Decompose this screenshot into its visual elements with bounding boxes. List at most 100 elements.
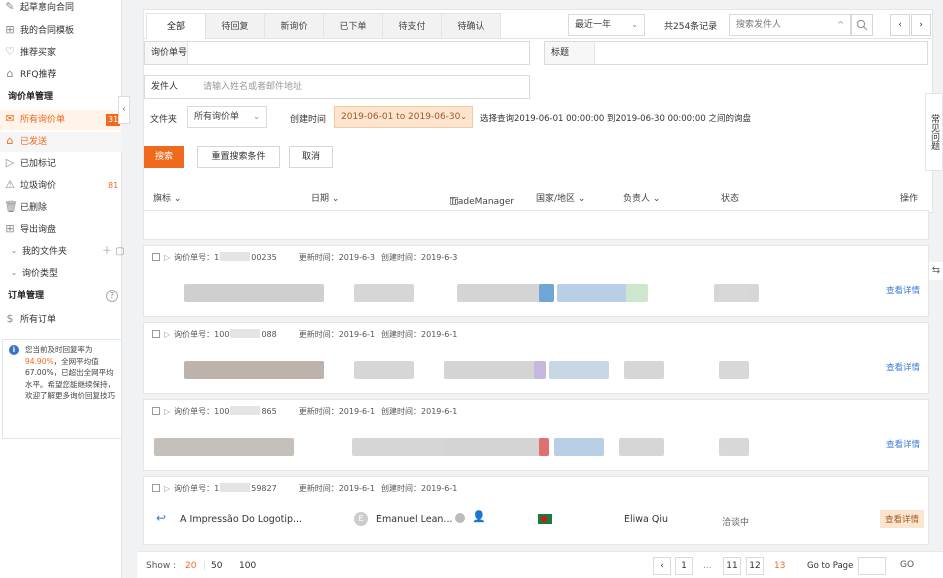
side-toggle-icon[interactable]: ⇆ bbox=[929, 262, 943, 280]
total-records: 共254条记录 bbox=[664, 22, 718, 32]
page-size-100[interactable]: 100 bbox=[239, 561, 256, 571]
page-12[interactable]: 12 bbox=[746, 557, 764, 575]
filter-panel: 全部 待回复 新询价 已下单 待支付 待确认 最近一年 ⌄ 共254条记录 搜索发件人 ^ ‹… bbox=[143, 9, 933, 213]
row-meta: ▷ 询价单号：100 088 更新时间：2019-6-1 创建时间：2019-6-1 bbox=[152, 329, 457, 340]
date-range-picker[interactable]: 2019-06-01 to 2019-06-30 ⌄ bbox=[334, 106, 473, 128]
section-order-management: 订单管理 bbox=[8, 291, 45, 301]
row-checkbox[interactable] bbox=[152, 253, 160, 261]
chevron-up-icon: ^ bbox=[837, 20, 844, 29]
inquiry-row[interactable]: ▷ 询价单号：100 865 更新时间：2019-6-1 创建时间：2019-6-1 查看… bbox=[143, 399, 929, 471]
view-details-link[interactable]: 查看详情 bbox=[886, 284, 920, 296]
sidebar-item-export[interactable]: ⊞ 导出询盘 bbox=[0, 220, 122, 240]
blurred-content bbox=[619, 438, 664, 456]
header-action: 操作 bbox=[900, 194, 919, 204]
trademanager-icon[interactable]: 👤 bbox=[472, 510, 486, 523]
inquiry-subject[interactable]: A Impressão Do Logotip... bbox=[180, 514, 302, 525]
page-1[interactable]: 1 bbox=[675, 557, 693, 575]
tab-4[interactable]: 待支付 bbox=[382, 13, 442, 39]
view-details-link[interactable]: 查看详情 bbox=[886, 361, 920, 373]
tab-0[interactable]: 全部 bbox=[146, 13, 206, 39]
flag-icon[interactable]: ▷ bbox=[164, 407, 170, 416]
sidebar-item-deleted[interactable]: 🗑 已删除 bbox=[0, 198, 122, 218]
cancel-button[interactable]: 取消 bbox=[289, 146, 333, 168]
tab-5[interactable]: 待确认 bbox=[441, 13, 501, 39]
add-folder-icon[interactable]: ＋ ▢ bbox=[102, 242, 125, 262]
partial-row bbox=[143, 210, 929, 240]
row-checkbox[interactable] bbox=[152, 407, 160, 415]
next-button[interactable]: › bbox=[911, 14, 931, 36]
sidebar-item-my-folders[interactable]: ⌄ 我的文件夹 ＋ ▢ bbox=[0, 242, 125, 262]
sender-name[interactable]: Emanuel Lean... bbox=[376, 514, 453, 525]
sidebar-item-inquiry-types[interactable]: ⌄ 询价类型 bbox=[0, 264, 122, 284]
home-icon: ⌂ bbox=[6, 67, 14, 80]
sidebar-item-draft[interactable]: ✎ 起草意向合同 bbox=[0, 0, 122, 18]
page-13-current[interactable]: 13 bbox=[774, 561, 785, 571]
chevron-down-icon: ⌄ bbox=[253, 112, 260, 121]
flag-icon[interactable]: ▷ bbox=[164, 253, 170, 262]
view-details-button[interactable]: 查看详情 bbox=[879, 510, 924, 528]
search-icon-button[interactable] bbox=[851, 14, 873, 36]
blurred-content bbox=[352, 438, 452, 456]
sidebar-item-label: 起草意向合同 bbox=[20, 3, 75, 13]
prev-page-button[interactable]: ‹ bbox=[653, 557, 671, 575]
view-details-link[interactable]: 查看详情 bbox=[886, 438, 920, 450]
header-country[interactable]: 国家/地区 ⌄ bbox=[536, 191, 585, 204]
updated-date: 2019-6-1 bbox=[338, 484, 376, 493]
help-icon[interactable]: ? bbox=[106, 290, 118, 302]
sidebar-item-sent[interactable]: ⌂ 已发送 bbox=[0, 132, 122, 152]
heart-icon: ♡ bbox=[5, 45, 15, 58]
inquiry-row[interactable]: ▷ 询价单号：100 088 更新时间：2019-6-1 创建时间：2019-6-1 查看… bbox=[143, 322, 929, 394]
masked-digits bbox=[230, 406, 261, 415]
folder-value: 所有询价单 bbox=[194, 112, 240, 122]
inquiry-row[interactable]: ▷ 询价单号：1 00235 更新时间：2019-6-3 创建时间：2019-6-3 查看… bbox=[143, 245, 929, 317]
period-select[interactable]: 最近一年 ⌄ bbox=[568, 14, 645, 36]
page-size-50[interactable]: 50 bbox=[211, 561, 222, 571]
flag-icon[interactable]: ▷ bbox=[164, 330, 170, 339]
header-owner[interactable]: 负责人 ⌄ bbox=[623, 191, 660, 204]
tab-1[interactable]: 待回复 bbox=[205, 13, 265, 39]
updated-date: 2019-6-1 bbox=[338, 330, 376, 339]
created-date: 2019-6-3 bbox=[421, 253, 458, 262]
folder-select[interactable]: 所有询价单 ⌄ bbox=[187, 106, 267, 128]
row-checkbox[interactable] bbox=[152, 484, 160, 492]
tab-3[interactable]: 已下单 bbox=[323, 13, 383, 39]
sender-field[interactable]: 发件人 请输入姓名或者邮件地址 bbox=[144, 75, 530, 99]
sidebar-collapse-button[interactable]: ‹ bbox=[118, 96, 130, 124]
sidebar-item-label: 已加标记 bbox=[20, 159, 57, 169]
sidebar-item-rfq[interactable]: ⌂ RFQ推荐 bbox=[0, 65, 122, 85]
sidebar-item-all-inquiries[interactable]: ✉ 所有询价单 31 bbox=[0, 110, 122, 130]
title-field[interactable]: 标题 bbox=[544, 41, 928, 65]
trash-icon: 🗑 bbox=[4, 200, 18, 213]
sidebar-item-all-orders[interactable]: $ 所有订单 bbox=[0, 310, 122, 330]
reset-button[interactable]: 重置搜索条件 bbox=[197, 146, 280, 168]
size-divider: | bbox=[203, 561, 207, 571]
status-text: 洽谈中 bbox=[722, 518, 750, 528]
home-icon: ⌂ bbox=[6, 134, 14, 147]
go-button[interactable]: GO bbox=[890, 557, 924, 575]
page-11[interactable]: 11 bbox=[723, 557, 741, 575]
tab-2[interactable]: 新询价 bbox=[264, 13, 324, 39]
masked-digits bbox=[220, 483, 251, 492]
sidebar-item-recommend-buyers[interactable]: ♡ 推荐买家 bbox=[0, 43, 122, 63]
search-input[interactable]: 搜索发件人 ^ bbox=[729, 14, 851, 36]
prev-button[interactable]: ‹ bbox=[890, 14, 910, 36]
sender-avatar: E bbox=[354, 512, 368, 526]
flag-icon[interactable]: ▷ bbox=[164, 484, 170, 493]
created-date: 2019-6-1 bbox=[421, 407, 458, 416]
created-label: 创建时间： bbox=[381, 253, 422, 262]
row-checkbox[interactable] bbox=[152, 330, 160, 338]
search-button[interactable]: 搜索 bbox=[144, 146, 184, 168]
sidebar-item-label: 垃圾询价 bbox=[20, 181, 57, 191]
sidebar-item-marked[interactable]: ▷ 已加标记 bbox=[0, 154, 122, 174]
inquiry-no-part: 00235 bbox=[251, 253, 277, 262]
inquiry-no-field[interactable]: 询价单号 bbox=[144, 41, 530, 65]
header-date[interactable]: 日期 ⌄ bbox=[311, 191, 339, 204]
inquiry-row[interactable]: ▷ 询价单号：1 59827 更新时间：2019-6-1 创建时间：2019-6-1 ↩ A… bbox=[143, 476, 929, 545]
sidebar-item-spam[interactable]: ⚠ 垃圾询价 81 bbox=[0, 176, 122, 196]
page-size-20[interactable]: 20 bbox=[185, 561, 196, 571]
goto-page-input[interactable] bbox=[858, 557, 886, 575]
header-flag[interactable]: 旗标 ⌄ bbox=[153, 191, 181, 204]
sidebar-item-contract-templates[interactable]: ⊞ 我的合同模板 bbox=[0, 21, 122, 41]
faq-floating-button[interactable]: 常见问题 bbox=[925, 93, 943, 171]
page-ellipsis: ... bbox=[703, 561, 712, 571]
